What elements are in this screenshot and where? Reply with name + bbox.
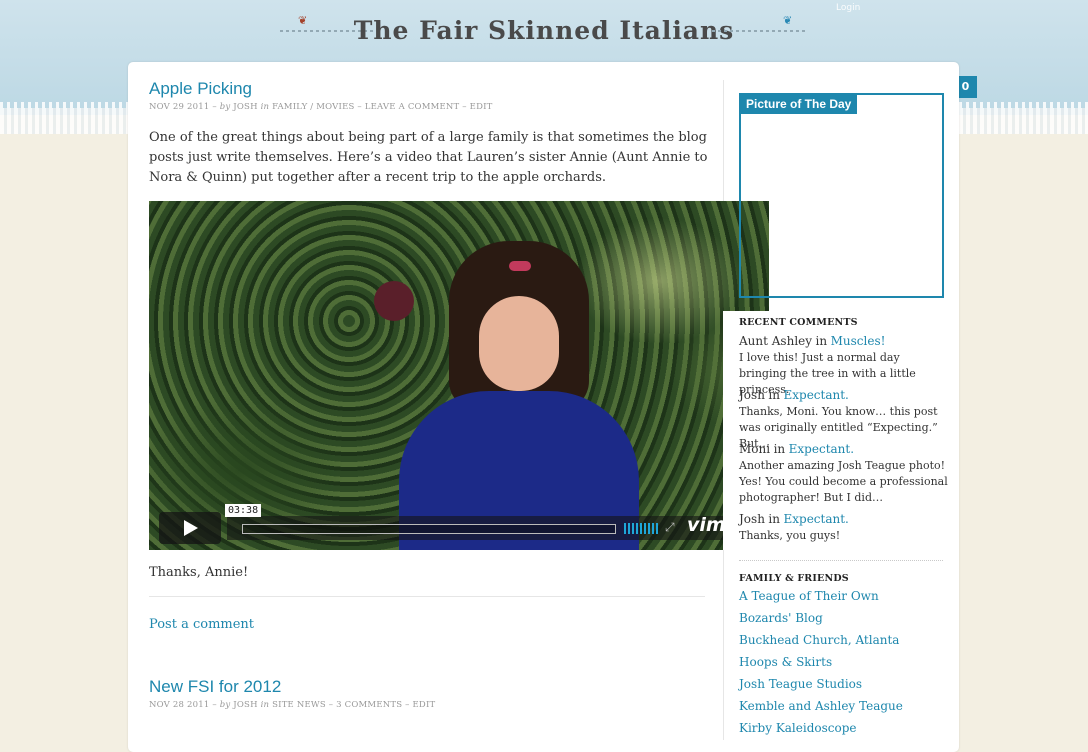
post-title[interactable]: Apple Picking [149, 79, 252, 99]
comment-excerpt: Another amazing Josh Teague photo! Yes! … [739, 459, 948, 504]
friend-link[interactable]: A Teague of Their Own [739, 589, 879, 603]
family-friends-heading: FAMILY & FRIENDS [739, 573, 849, 584]
leave-comment-link[interactable]: LEAVE A COMMENT [365, 102, 460, 112]
friend-link[interactable]: Kirby Kaleidoscope [739, 721, 857, 735]
meta-separator: – [209, 700, 220, 710]
sidebar-divider [739, 560, 943, 561]
post-date: NOV 29 2011 [149, 102, 210, 112]
video-frame-face [479, 296, 559, 391]
edit-link[interactable]: EDIT [470, 102, 493, 112]
video-controls: 03:38 ⤢ vim [149, 504, 769, 550]
picture-of-the-day-title: Picture of The Day [741, 95, 858, 114]
friend-link[interactable]: Josh Teague Studios [739, 677, 862, 691]
post-meta: NOV 29 2011 – by JOSH in FAMILY / MOVIES… [149, 102, 493, 112]
comment-in: in [768, 388, 780, 402]
post-separator [149, 596, 705, 597]
post-title[interactable]: New FSI for 2012 [149, 677, 281, 697]
vimeo-logo[interactable]: vim [687, 514, 726, 536]
meta-by: by [219, 102, 231, 112]
login-link[interactable]: Login [836, 3, 860, 13]
comment-excerpt: Thanks, you guys! [739, 529, 841, 542]
picture-of-the-day-widget[interactable]: Picture of The Day [739, 93, 944, 298]
comment-author: Aunt Ashley [739, 334, 813, 348]
comment-post-link[interactable]: Muscles! [831, 334, 886, 348]
bird-icon-right: ❦ [783, 14, 793, 27]
comment-post-link[interactable]: Expectant. [784, 388, 849, 402]
post-body: One of the great things about being part… [149, 130, 708, 185]
header-decoration-right [712, 30, 808, 32]
comment-author: Moni [739, 442, 771, 456]
seek-bar[interactable] [242, 524, 616, 534]
fullscreen-icon[interactable]: ⤢ [665, 520, 675, 535]
edit-link[interactable]: EDIT [413, 700, 436, 710]
video-player[interactable]: 03:38 ⤢ vim [149, 201, 769, 550]
comment-in: in [815, 334, 828, 348]
post-meta: NOV 28 2011 – by JOSH in SITE NEWS – 3 C… [149, 700, 436, 710]
post-categories[interactable]: SITE NEWS [272, 700, 326, 710]
comment-post-link[interactable]: Expectant. [789, 442, 854, 456]
post-categories[interactable]: FAMILY / MOVIES [272, 102, 354, 112]
post-closing-text: Thanks, Annie! [149, 565, 249, 580]
video-frame-apple [374, 281, 414, 321]
meta-in: in [260, 102, 270, 112]
comment-in: in [773, 442, 786, 456]
meta-by: by [219, 700, 231, 710]
friend-link[interactable]: Buckhead Church, Atlanta [739, 633, 899, 647]
comment-author: Josh [739, 388, 765, 402]
play-button[interactable] [159, 512, 221, 544]
meta-separator: – [209, 102, 220, 112]
comment-author: Josh [739, 512, 765, 526]
post-date: NOV 28 2011 [149, 700, 210, 710]
friend-link[interactable]: Bozards' Blog [739, 611, 823, 625]
comment-post-link[interactable]: Expectant. [784, 512, 849, 526]
recent-comment: Josh in Expectant. Thanks, you guys! [739, 511, 949, 544]
post-comment-link[interactable]: Post a comment [149, 617, 254, 632]
comment-in: in [768, 512, 780, 526]
friend-link[interactable]: Hoops & Skirts [739, 655, 832, 669]
video-time: 03:38 [225, 504, 262, 517]
post-author: JOSH [233, 102, 258, 112]
meta-in: in [260, 700, 270, 710]
friend-link[interactable]: Kemble and Ashley Teague [739, 699, 903, 713]
site-title[interactable]: The Fair Skinned Italians [0, 16, 1088, 45]
recent-comment: Moni in Expectant. Another amazing Josh … [739, 441, 949, 506]
recent-comments-heading: RECENT COMMENTS [739, 317, 858, 328]
post-author: JOSH [233, 700, 258, 710]
video-frame-bow [509, 261, 531, 271]
volume-icon[interactable] [624, 523, 658, 534]
comments-link[interactable]: 3 COMMENTS [336, 700, 402, 710]
